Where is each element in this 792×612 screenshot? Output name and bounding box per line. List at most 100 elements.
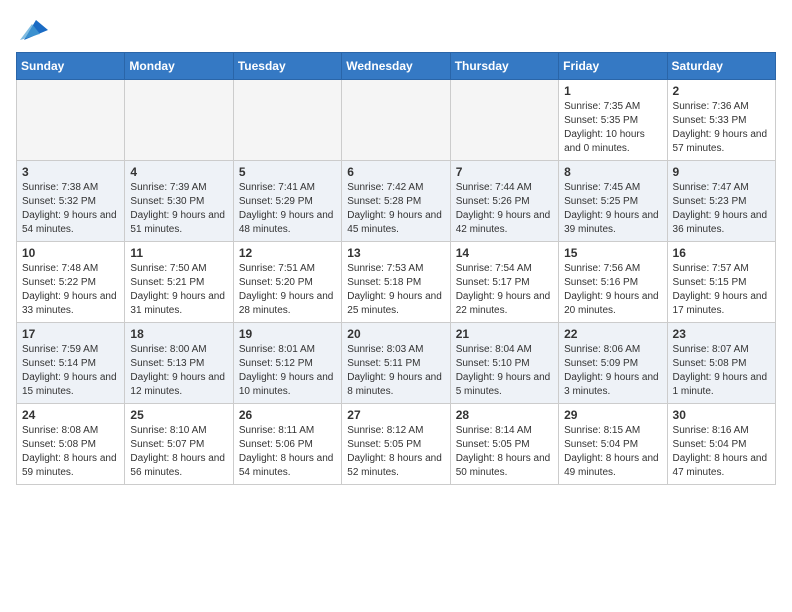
calendar-day-cell: 24 Sunrise: 8:08 AMSunset: 5:08 PMDayligh… [17, 404, 125, 485]
day-number: 10 [22, 246, 119, 260]
day-number: 30 [673, 408, 770, 422]
calendar-day-cell: 1 Sunrise: 7:35 AMSunset: 5:35 PMDaylight… [559, 80, 667, 161]
calendar-day-cell: 9 Sunrise: 7:47 AMSunset: 5:23 PMDaylight… [667, 161, 775, 242]
day-info: Sunrise: 8:10 AMSunset: 5:07 PMDaylight:… [130, 424, 227, 480]
calendar-day-cell [342, 80, 450, 161]
calendar-day-cell: 25 Sunrise: 8:10 AMSunset: 5:07 PMDayligh… [125, 404, 233, 485]
calendar-day-cell: 4Sunrise: 7:39 AMSunset: 5:30 PMDaylight… [125, 161, 233, 242]
day-info: Sunrise: 7:41 AMSunset: 5:29 PMDaylight:… [239, 181, 336, 237]
calendar-day-cell: 19Sunrise: 8:01 AMSunset: 5:12 PMDayligh… [233, 323, 341, 404]
day-number: 21 [456, 327, 553, 341]
day-number: 8 [564, 165, 661, 179]
calendar-day-cell: 22 Sunrise: 8:06 AMSunset: 5:09 PMDayligh… [559, 323, 667, 404]
calendar-day-cell [233, 80, 341, 161]
day-info: Sunrise: 8:06 AMSunset: 5:09 PMDaylight:… [564, 343, 661, 399]
day-number: 27 [347, 408, 444, 422]
calendar-day-cell: 2 Sunrise: 7:36 AMSunset: 5:33 PMDaylight… [667, 80, 775, 161]
day-info: Sunrise: 7:51 AMSunset: 5:20 PMDaylight:… [239, 262, 336, 318]
weekday-header: Thursday [450, 53, 558, 80]
day-number: 3 [22, 165, 119, 179]
day-number: 29 [564, 408, 661, 422]
calendar-day-cell: 30 Sunrise: 8:16 AMSunset: 5:04 PMDayligh… [667, 404, 775, 485]
calendar-day-cell: 21Sunrise: 8:04 AMSunset: 5:10 PMDayligh… [450, 323, 558, 404]
day-number: 24 [22, 408, 119, 422]
day-info: Sunrise: 7:53 AMSunset: 5:18 PMDaylight:… [347, 262, 444, 318]
day-number: 18 [130, 327, 227, 341]
day-info: Sunrise: 8:07 AMSunset: 5:08 PMDaylight:… [673, 343, 770, 399]
day-number: 25 [130, 408, 227, 422]
calendar-day-cell: 17 Sunrise: 7:59 AMSunset: 5:14 PMDayligh… [17, 323, 125, 404]
day-info: Sunrise: 8:14 AMSunset: 5:05 PMDaylight:… [456, 424, 553, 480]
day-number: 17 [22, 327, 119, 341]
calendar-day-cell: 5 Sunrise: 7:41 AMSunset: 5:29 PMDaylight… [233, 161, 341, 242]
day-number: 2 [673, 84, 770, 98]
day-info: Sunrise: 8:08 AMSunset: 5:08 PMDaylight:… [22, 424, 119, 480]
day-info: Sunrise: 7:56 AMSunset: 5:16 PMDaylight:… [564, 262, 661, 318]
calendar-day-cell: 29 Sunrise: 8:15 AMSunset: 5:04 PMDayligh… [559, 404, 667, 485]
day-info: Sunrise: 7:50 AMSunset: 5:21 PMDaylight:… [130, 262, 227, 318]
day-info: Sunrise: 7:45 AMSunset: 5:25 PMDaylight:… [564, 181, 661, 237]
logo [16, 16, 52, 44]
day-number: 12 [239, 246, 336, 260]
calendar-day-cell: 13 Sunrise: 7:53 AMSunset: 5:18 PMDayligh… [342, 242, 450, 323]
calendar-day-cell: 3 Sunrise: 7:38 AMSunset: 5:32 PMDaylight… [17, 161, 125, 242]
weekday-header: Friday [559, 53, 667, 80]
weekday-header: Sunday [17, 53, 125, 80]
day-number: 1 [564, 84, 661, 98]
calendar-week-row: 24 Sunrise: 8:08 AMSunset: 5:08 PMDayligh… [17, 404, 776, 485]
calendar-day-cell: 16 Sunrise: 7:57 AMSunset: 5:15 PMDayligh… [667, 242, 775, 323]
day-info: Sunrise: 7:39 AMSunset: 5:30 PMDaylight:… [130, 181, 227, 237]
day-number: 14 [456, 246, 553, 260]
calendar-day-cell: 8 Sunrise: 7:45 AMSunset: 5:25 PMDaylight… [559, 161, 667, 242]
calendar-day-cell: 6Sunrise: 7:42 AMSunset: 5:28 PMDaylight… [342, 161, 450, 242]
calendar-week-row: 1 Sunrise: 7:35 AMSunset: 5:35 PMDaylight… [17, 80, 776, 161]
weekday-header: Tuesday [233, 53, 341, 80]
calendar-day-cell: 12 Sunrise: 7:51 AMSunset: 5:20 PMDayligh… [233, 242, 341, 323]
calendar-day-cell: 23Sunrise: 8:07 AMSunset: 5:08 PMDayligh… [667, 323, 775, 404]
day-number: 7 [456, 165, 553, 179]
calendar-day-cell: 18 Sunrise: 8:00 AMSunset: 5:13 PMDayligh… [125, 323, 233, 404]
day-info: Sunrise: 8:01 AMSunset: 5:12 PMDaylight:… [239, 343, 336, 399]
calendar-day-cell [125, 80, 233, 161]
day-info: Sunrise: 7:54 AMSunset: 5:17 PMDaylight:… [456, 262, 553, 318]
calendar-day-cell: 28 Sunrise: 8:14 AMSunset: 5:05 PMDayligh… [450, 404, 558, 485]
calendar-day-cell: 14 Sunrise: 7:54 AMSunset: 5:17 PMDayligh… [450, 242, 558, 323]
weekday-header: Wednesday [342, 53, 450, 80]
day-number: 26 [239, 408, 336, 422]
calendar-day-cell [17, 80, 125, 161]
logo-icon [16, 16, 48, 44]
day-info: Sunrise: 8:00 AMSunset: 5:13 PMDaylight:… [130, 343, 227, 399]
day-info: Sunrise: 7:38 AMSunset: 5:32 PMDaylight:… [22, 181, 119, 237]
page-header [16, 16, 776, 44]
calendar-day-cell: 10 Sunrise: 7:48 AMSunset: 5:22 PMDayligh… [17, 242, 125, 323]
calendar-week-row: 10 Sunrise: 7:48 AMSunset: 5:22 PMDayligh… [17, 242, 776, 323]
day-info: Sunrise: 8:12 AMSunset: 5:05 PMDaylight:… [347, 424, 444, 480]
day-info: Sunrise: 8:15 AMSunset: 5:04 PMDaylight:… [564, 424, 661, 480]
day-number: 9 [673, 165, 770, 179]
day-info: Sunrise: 7:35 AMSunset: 5:35 PMDaylight:… [564, 100, 661, 156]
day-info: Sunrise: 7:59 AMSunset: 5:14 PMDaylight:… [22, 343, 119, 399]
day-number: 5 [239, 165, 336, 179]
day-number: 11 [130, 246, 227, 260]
calendar-day-cell: 27 Sunrise: 8:12 AMSunset: 5:05 PMDayligh… [342, 404, 450, 485]
calendar-header-row: SundayMondayTuesdayWednesdayThursdayFrid… [17, 53, 776, 80]
calendar-day-cell: 20Sunrise: 8:03 AMSunset: 5:11 PMDayligh… [342, 323, 450, 404]
day-info: Sunrise: 7:42 AMSunset: 5:28 PMDaylight:… [347, 181, 444, 237]
calendar-table: SundayMondayTuesdayWednesdayThursdayFrid… [16, 52, 776, 485]
day-info: Sunrise: 7:48 AMSunset: 5:22 PMDaylight:… [22, 262, 119, 318]
day-number: 20 [347, 327, 444, 341]
day-number: 16 [673, 246, 770, 260]
day-info: Sunrise: 7:44 AMSunset: 5:26 PMDaylight:… [456, 181, 553, 237]
day-info: Sunrise: 7:57 AMSunset: 5:15 PMDaylight:… [673, 262, 770, 318]
day-number: 22 [564, 327, 661, 341]
calendar-week-row: 3 Sunrise: 7:38 AMSunset: 5:32 PMDaylight… [17, 161, 776, 242]
day-number: 28 [456, 408, 553, 422]
day-number: 15 [564, 246, 661, 260]
day-info: Sunrise: 7:36 AMSunset: 5:33 PMDaylight:… [673, 100, 770, 156]
weekday-header: Saturday [667, 53, 775, 80]
day-info: Sunrise: 7:47 AMSunset: 5:23 PMDaylight:… [673, 181, 770, 237]
day-number: 13 [347, 246, 444, 260]
calendar-day-cell [450, 80, 558, 161]
calendar-day-cell: 15 Sunrise: 7:56 AMSunset: 5:16 PMDayligh… [559, 242, 667, 323]
day-info: Sunrise: 8:16 AMSunset: 5:04 PMDaylight:… [673, 424, 770, 480]
